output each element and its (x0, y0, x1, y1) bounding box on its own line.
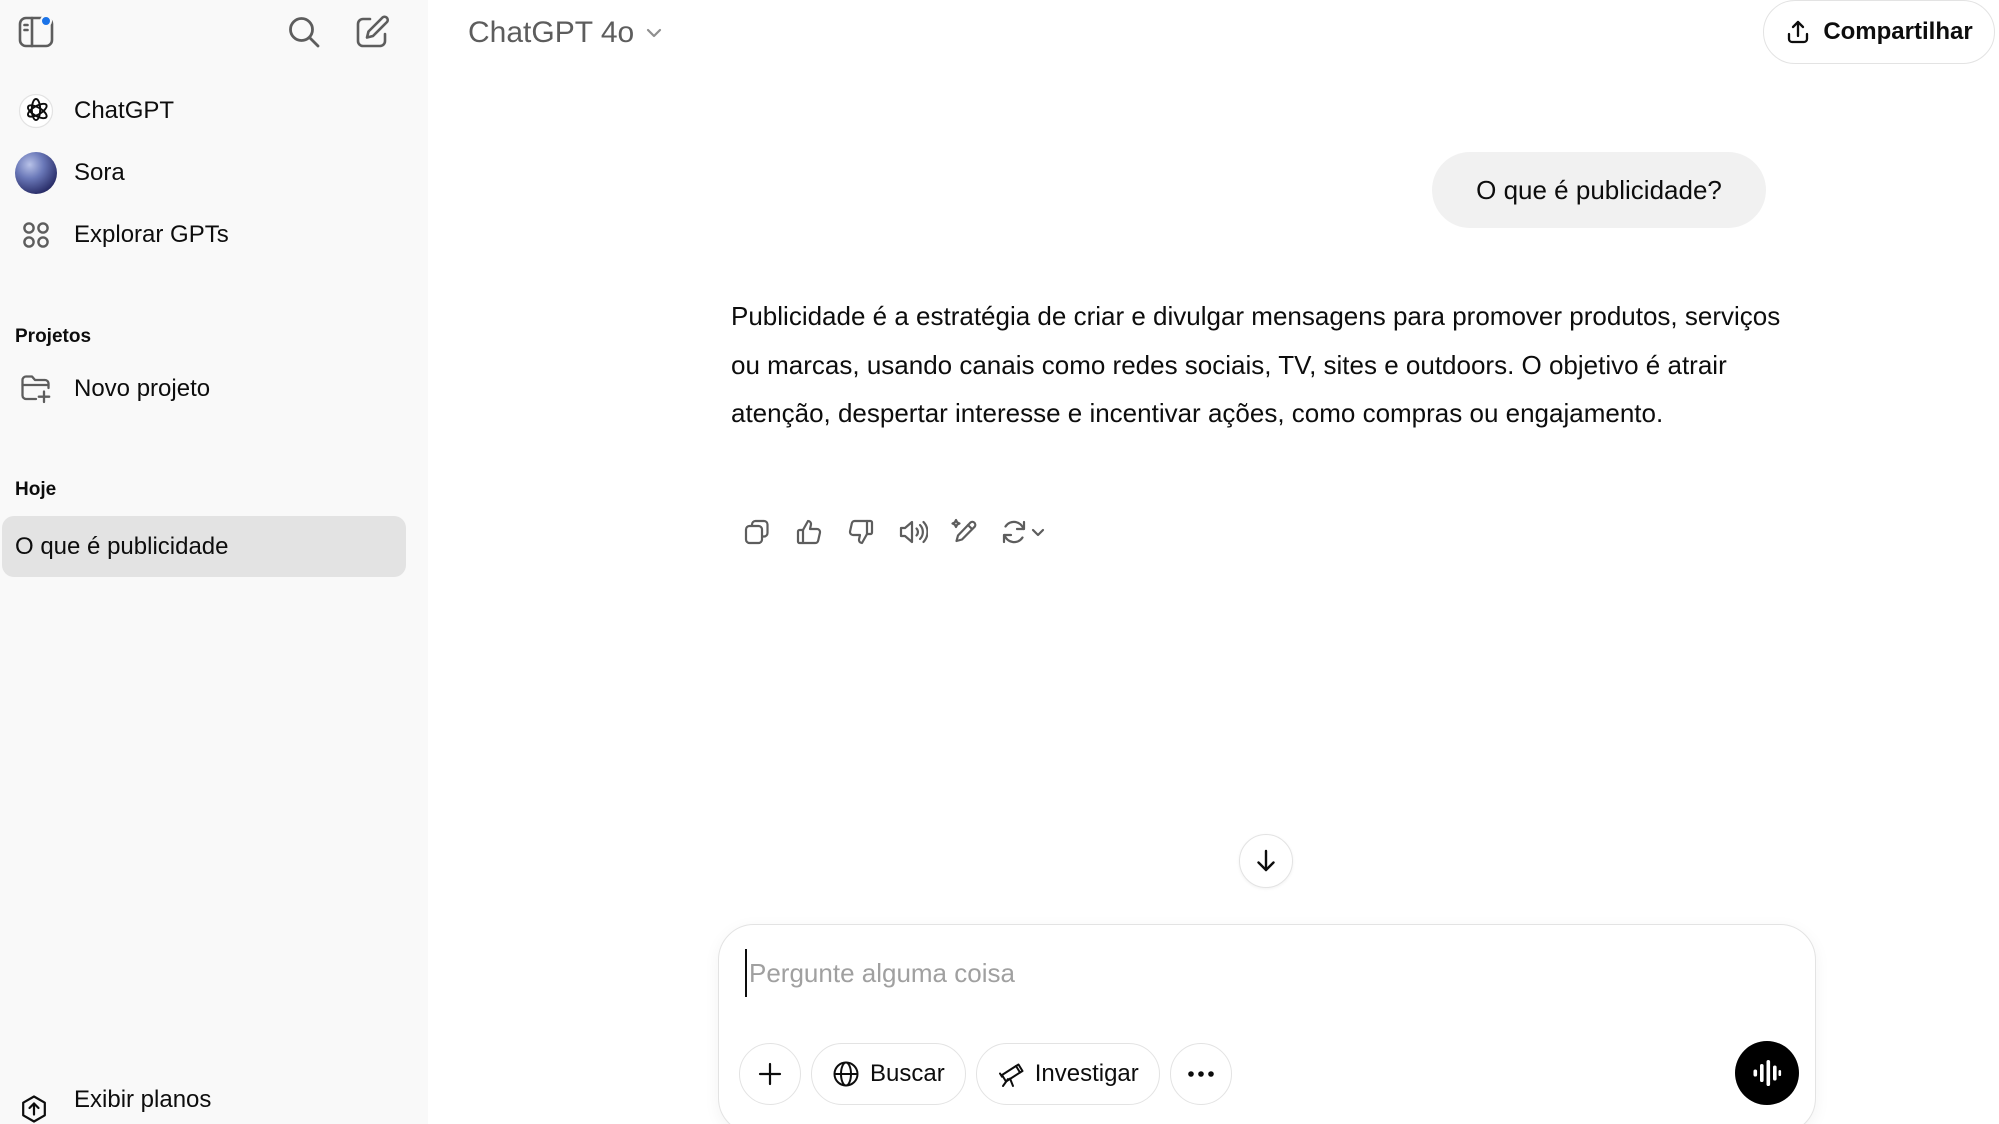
regenerate-button[interactable] (991, 510, 1055, 554)
share-label: Compartilhar (1823, 18, 1973, 45)
telescope-icon (997, 1060, 1025, 1088)
edit-canvas-icon (951, 518, 979, 546)
search-web-label: Buscar (870, 1060, 945, 1087)
search-chats-button[interactable] (280, 8, 328, 56)
read-aloud-icon (898, 518, 928, 546)
more-tools-button[interactable] (1169, 1043, 1232, 1105)
regenerate-icon (1000, 518, 1028, 546)
sidebar-item-sora[interactable]: Sora (4, 145, 406, 201)
plus-icon (757, 1061, 783, 1087)
message-actions (731, 510, 1055, 554)
copy-button[interactable] (731, 510, 783, 554)
history-item-active[interactable]: O que é publicidade (2, 516, 406, 577)
assistant-message: Publicidade é a estratégia de criar e di… (731, 301, 1781, 428)
deep-research-button[interactable]: Investigar (975, 1043, 1160, 1105)
sidebar-item-label: ChatGPT (74, 97, 175, 124)
edit-in-canvas-button[interactable] (939, 510, 991, 554)
sidebar: ChatGPT Sora Explorar GPTs Projetos Novo… (0, 0, 428, 1124)
thumbs-up-button[interactable] (783, 510, 835, 554)
sora-avatar (15, 152, 57, 194)
sidebar-item-chatgpt[interactable]: ChatGPT (4, 83, 406, 139)
composer-tools: Buscar Investigar (739, 1043, 1232, 1105)
ellipsis-icon (1187, 1070, 1215, 1078)
deep-research-label: Investigar (1034, 1060, 1139, 1087)
copy-icon (743, 518, 771, 546)
projects-section-title: Projetos (15, 326, 92, 347)
attach-button[interactable] (739, 1043, 801, 1105)
user-message: O que é publicidade? (1432, 152, 1766, 228)
view-plans-button[interactable]: Exibir planos (12, 1080, 412, 1124)
sora-icon-wrapper (14, 151, 58, 195)
composer: Buscar Investigar (718, 924, 1816, 1124)
read-aloud-button[interactable] (887, 510, 939, 554)
sidebar-header (0, 0, 428, 64)
thumbs-down-button[interactable] (835, 510, 887, 554)
search-web-button[interactable]: Buscar (811, 1043, 966, 1105)
new-chat-icon (354, 14, 390, 50)
model-name: ChatGPT 4o (468, 16, 635, 49)
arrow-down-icon (1253, 848, 1279, 874)
share-upload-icon (1785, 19, 1811, 45)
scroll-to-bottom-button[interactable] (1239, 834, 1293, 888)
view-plans-label: Exibir planos (74, 1086, 212, 1113)
voice-mode-button[interactable] (1735, 1041, 1799, 1105)
thumbs-up-icon (795, 518, 823, 546)
new-project-label: Novo projeto (74, 375, 211, 402)
sidebar-item-label: Sora (74, 159, 125, 186)
chatgpt-logo-icon (14, 89, 58, 133)
sidebar-item-label: Explorar GPTs (74, 221, 229, 248)
grid-icon (14, 213, 58, 257)
history-section-title: Hoje (15, 479, 57, 500)
voice-waveform-icon (1752, 1059, 1782, 1087)
thumbs-down-icon (847, 518, 875, 546)
model-selector[interactable]: ChatGPT 4o (462, 8, 670, 58)
new-chat-button[interactable] (348, 8, 396, 56)
new-project-button[interactable]: Novo projeto (4, 361, 406, 417)
search-icon (286, 14, 322, 50)
sidebar-item-explore-gpts[interactable]: Explorar GPTs (4, 207, 406, 263)
globe-icon (832, 1060, 860, 1088)
notification-dot (40, 15, 52, 27)
share-button[interactable]: Compartilhar (1763, 0, 1995, 64)
toggle-sidebar-button[interactable] (12, 8, 60, 56)
chevron-down-icon (644, 23, 664, 43)
folder-plus-icon (14, 367, 58, 411)
chevron-down-icon (1030, 524, 1046, 540)
prompt-input[interactable] (745, 949, 1785, 997)
upgrade-plans-icon (12, 1087, 56, 1124)
